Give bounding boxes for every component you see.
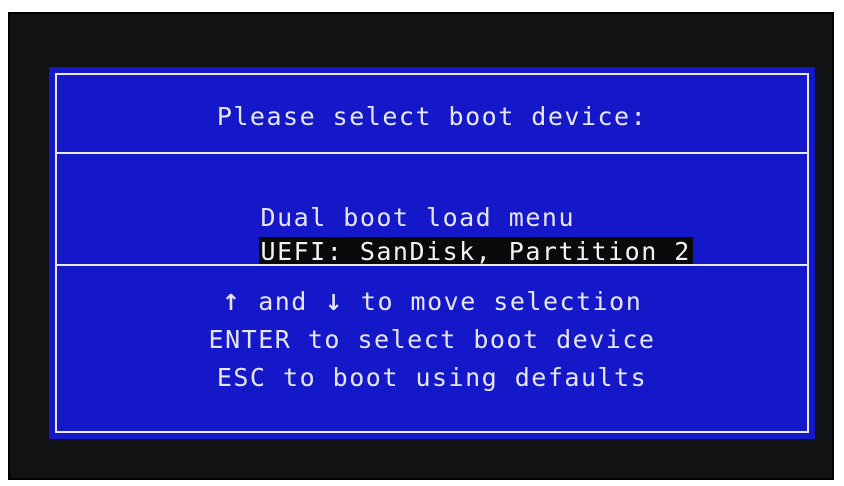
help-text: ↑ and ↓ to move selection ENTER to selec… [57, 283, 807, 397]
help-line-move-selection: ↑ and ↓ to move selection [57, 283, 807, 321]
boot-device-list: Dual boot load menu UEFI: SanDisk, Parti… [93, 173, 693, 266]
dialog-title-row: Please select boot device: [57, 89, 807, 145]
monitor-bezel: Please select boot device: Dual boot loa… [8, 12, 834, 480]
help-line-esc: ESC to boot using defaults [216, 363, 648, 392]
title-divider [57, 152, 807, 154]
menu-divider [57, 264, 807, 266]
dialog-title: Please select boot device: [216, 102, 648, 131]
boot-option-label: Dual boot load menu [260, 203, 575, 232]
boot-option-dual-boot-load-menu[interactable]: Dual boot load menu [93, 173, 693, 232]
bios-screen: Please select boot device: Dual boot loa… [49, 67, 815, 439]
boot-device-dialog: Please select boot device: Dual boot loa… [55, 73, 809, 433]
down-arrow-icon: ↓ [324, 291, 345, 316]
help-move-text: to move selection [344, 287, 643, 316]
help-line-enter: ENTER to select boot device [208, 325, 656, 354]
up-arrow-icon: ↑ [221, 291, 242, 316]
help-and-text: and [241, 287, 325, 316]
boot-option-label: UEFI: SanDisk, Partition 2 [258, 237, 693, 266]
